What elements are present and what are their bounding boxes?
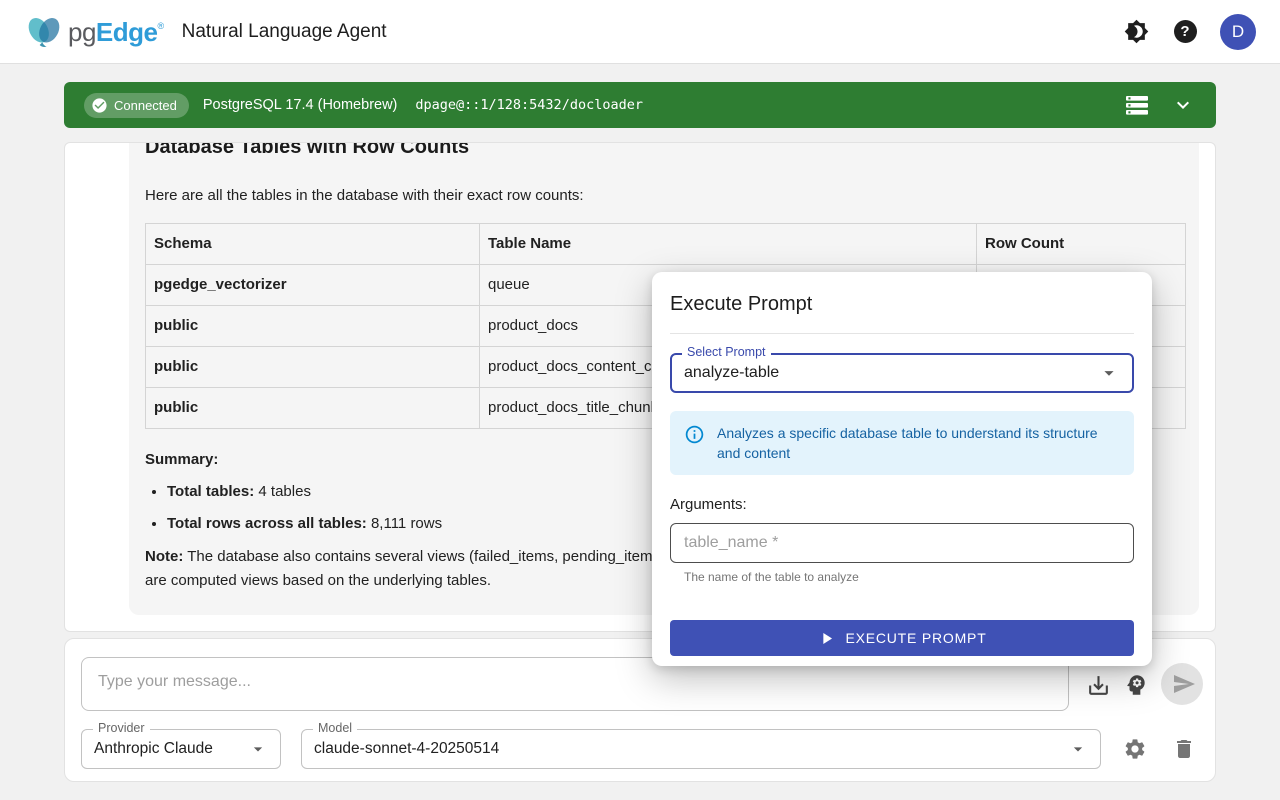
help-glyph: ? bbox=[1180, 23, 1189, 40]
column-header: Table Name bbox=[480, 224, 977, 265]
check-circle-icon bbox=[91, 97, 108, 114]
pgedge-logo-text: pgEdge® bbox=[68, 19, 164, 45]
page-title: Natural Language Agent bbox=[182, 21, 387, 43]
settings-gear-icon[interactable] bbox=[1121, 735, 1149, 763]
pgedge-logo: pgEdge® bbox=[24, 13, 164, 51]
table-cell: pgedge_vectorizer bbox=[146, 265, 480, 306]
info-icon bbox=[684, 424, 705, 445]
delete-trash-icon[interactable] bbox=[1170, 735, 1198, 763]
column-header: Row Count bbox=[977, 224, 1186, 265]
top-app-bar: pgEdge® Natural Language Agent ? D bbox=[0, 0, 1280, 64]
table-cell: public bbox=[146, 306, 480, 347]
select-prompt-value: analyze-table bbox=[684, 364, 779, 382]
pgedge-logo-icon bbox=[24, 13, 64, 51]
collapse-chevron-icon[interactable] bbox=[1170, 92, 1196, 118]
send-icon bbox=[1172, 672, 1196, 696]
provider-label: Provider bbox=[93, 721, 150, 735]
database-list-icon[interactable] bbox=[1124, 92, 1150, 118]
table-cell: public bbox=[146, 388, 480, 429]
connection-string: dpage@::1/128:5432/docloader bbox=[415, 97, 643, 113]
prompt-info-alert: Analyzes a specific database table to un… bbox=[670, 411, 1134, 475]
server-version-label: PostgreSQL 17.4 (Homebrew) bbox=[203, 97, 398, 113]
message-heading: Database Tables with Row Counts bbox=[145, 142, 1183, 161]
send-button[interactable] bbox=[1161, 663, 1203, 705]
table-cell: public bbox=[146, 347, 480, 388]
results-table-header-row: SchemaTable NameRow Count bbox=[146, 224, 1186, 265]
connected-status-label: Connected bbox=[114, 98, 177, 113]
user-avatar[interactable]: D bbox=[1220, 14, 1256, 50]
execute-prompt-button[interactable]: EXECUTE PROMPT bbox=[670, 620, 1134, 656]
model-label: Model bbox=[313, 721, 357, 735]
provider-value: Anthropic Claude bbox=[94, 740, 213, 758]
message-intro: Here are all the tables in the database … bbox=[145, 185, 1183, 207]
model-select[interactable]: Model claude-sonnet-4-20250514 bbox=[301, 729, 1101, 769]
model-value: claude-sonnet-4-20250514 bbox=[314, 740, 499, 758]
chevron-down-icon bbox=[248, 739, 268, 759]
psychology-icon[interactable] bbox=[1122, 671, 1150, 699]
dialog-title: Execute Prompt bbox=[670, 292, 1134, 316]
execute-prompt-dialog: Execute Prompt Select Prompt analyze-tab… bbox=[652, 272, 1152, 666]
dialog-divider bbox=[670, 333, 1134, 334]
connection-status-bar: Connected PostgreSQL 17.4 (Homebrew) dpa… bbox=[64, 82, 1216, 128]
connected-status-badge: Connected bbox=[84, 93, 189, 118]
avatar-letter: D bbox=[1232, 22, 1244, 42]
column-header: Schema bbox=[146, 224, 480, 265]
chevron-down-icon bbox=[1098, 362, 1120, 384]
dark-mode-toggle-icon[interactable] bbox=[1122, 18, 1150, 46]
arguments-label: Arguments: bbox=[670, 495, 1134, 515]
table-name-input[interactable] bbox=[670, 523, 1134, 563]
prompt-description: Analyzes a specific database table to un… bbox=[717, 423, 1120, 463]
select-prompt-dropdown[interactable]: Select Prompt analyze-table bbox=[670, 353, 1134, 393]
app-root: pgEdge® Natural Language Agent ? D Conne… bbox=[0, 0, 1280, 800]
help-icon[interactable]: ? bbox=[1171, 18, 1199, 46]
topbar-actions: ? D bbox=[1122, 14, 1256, 50]
select-prompt-label: Select Prompt bbox=[682, 345, 771, 359]
execute-prompt-button-label: EXECUTE PROMPT bbox=[845, 630, 986, 646]
download-icon[interactable] bbox=[1084, 671, 1112, 699]
note-label: Note: bbox=[145, 548, 183, 565]
provider-select[interactable]: Provider Anthropic Claude bbox=[81, 729, 281, 769]
input-helper-text: The name of the table to analyze bbox=[684, 570, 1134, 584]
play-icon bbox=[817, 629, 836, 648]
note-line2: are computed views based on the underlyi… bbox=[145, 572, 491, 589]
chevron-down-icon bbox=[1068, 739, 1088, 759]
